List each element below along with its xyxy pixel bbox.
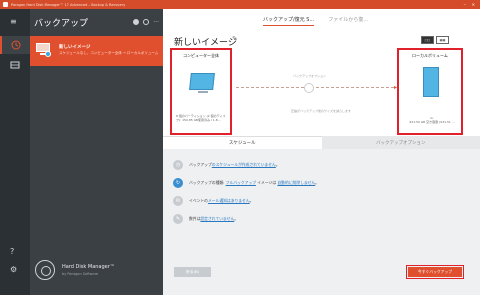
more-icon[interactable]: ··· xyxy=(153,19,159,26)
option-comment: ✎ 数件は設定されていません。 xyxy=(173,214,238,224)
title-bar: Paragon Hard Disk Manager™ 17 Advanced –… xyxy=(0,0,480,9)
brand-name: Hard Disk Manager™ xyxy=(62,264,115,270)
brand-block: Hard Disk Manager™ by Paragon Software xyxy=(35,256,160,284)
volume-icon xyxy=(423,67,439,97)
comment-link[interactable]: 設定されていません xyxy=(200,216,234,221)
schedule-link[interactable]: のスケジュールが作成されていません xyxy=(212,162,276,167)
info-icon[interactable] xyxy=(133,19,140,25)
clock-icon xyxy=(11,40,21,50)
page-title[interactable]: 新しいイメージ xyxy=(174,35,237,48)
nav-drives[interactable] xyxy=(0,56,30,74)
mail-icon: ✉ xyxy=(173,196,183,206)
check-icon xyxy=(45,51,51,57)
help-icon[interactable]: ? xyxy=(10,247,14,256)
tab-file-restore[interactable]: ファイルから復... xyxy=(328,16,368,26)
computer-icon xyxy=(36,43,51,57)
left-nav-bar: ≡ ? ⚙ xyxy=(0,9,30,295)
bottom-bar: 戻る(B) 今すぐバックアップ xyxy=(163,262,480,295)
compression-note: 圧縮がバックアップ後のサイズを減らします xyxy=(291,109,351,113)
app-logo-icon xyxy=(3,2,8,7)
destination-label: ローカルボリューム xyxy=(412,53,448,58)
view-simple-button[interactable]: □□ xyxy=(421,36,434,44)
auto-delete-link[interactable]: 自動的に削除しません xyxy=(277,180,315,185)
refresh-icon: ↻ xyxy=(173,178,183,188)
tab-backup-restore[interactable]: バックアップ/復元 S... xyxy=(263,16,315,26)
mail-notify-link[interactable]: メール通知はありません xyxy=(208,198,250,203)
option-notification: ✉ イベントのメール通知はありません。 xyxy=(173,196,253,206)
panel-header: バックアップ ··· xyxy=(34,15,159,29)
source-info: 8 個のパーティション (2 個のディスク): 150.85 GB使用済み / … xyxy=(176,114,226,122)
flow-arrow xyxy=(236,83,397,93)
destination-card[interactable]: ローカルボリューム G: 931.50 GB 空き容量 (931.51 ... xyxy=(397,48,463,135)
edit-icon[interactable]: ✎ xyxy=(232,35,238,43)
source-card[interactable]: コンピューター全体 8 個のパーティション (2 個のディスク): 150.85… xyxy=(170,48,232,135)
backup-options-note: バックアップオプション xyxy=(293,74,327,78)
view-detail-button[interactable]: ▦▦ xyxy=(436,36,449,44)
top-tabs: バックアップ/復元 S... ファイルから復... xyxy=(263,16,368,26)
brand-vendor: by Paragon Software xyxy=(62,272,99,276)
main-content: バックアップ/復元 S... ファイルから復... 新しいイメージ ✎ □□ ▦… xyxy=(163,9,480,295)
backup-item-desc: スケジュールなし、コンピューター全体 → ローカルボリューム xyxy=(59,51,159,55)
panel-title: バックアップ xyxy=(34,18,89,29)
gear-icon[interactable]: ⚙ xyxy=(10,265,17,274)
monitor-icon xyxy=(189,73,215,90)
backup-now-button[interactable]: 今すぐバックアップ xyxy=(406,265,464,279)
option-schedule: ◷ バックアップのスケジュールが作成されていません。 xyxy=(173,160,280,170)
clock-icon: ◷ xyxy=(173,160,183,170)
backup-item[interactable]: 新しいイメージ スケジュールなし、コンピューター全体 → ローカルボリューム xyxy=(30,36,163,66)
close-icon[interactable]: ✕ xyxy=(472,2,475,7)
source-label: コンピューター全体 xyxy=(183,53,219,58)
tab-backup-options[interactable]: バックアップオプション xyxy=(321,136,480,149)
section-tabs: スケジュール バックアップオプション xyxy=(163,136,480,149)
add-icon[interactable] xyxy=(143,19,150,25)
drive-icon xyxy=(10,61,20,69)
backup-list-panel: バックアップ ··· 新しいイメージ スケジュールなし、コンピューター全体 → … xyxy=(30,9,163,295)
back-button[interactable]: 戻る(B) xyxy=(174,267,211,277)
options-icon[interactable] xyxy=(304,83,314,93)
tab-schedule[interactable]: スケジュール xyxy=(163,136,322,149)
schedule-options: ◷ バックアップのスケジュールが作成されていません。 ↻ バックアップの種類: … xyxy=(163,149,480,262)
view-toggle: □□ ▦▦ xyxy=(421,36,449,44)
backup-item-name: 新しいイメージ xyxy=(59,45,91,50)
option-backup-type: ↻ バックアップの種類: フルバックアップ イメージは 自動的に削除しません。 xyxy=(173,178,319,188)
destination-info: G: 931.50 GB 空き容量 (931.51 ... xyxy=(409,116,455,124)
comment-icon: ✎ xyxy=(173,214,183,224)
paragon-logo-icon xyxy=(35,260,55,280)
nav-backup[interactable] xyxy=(0,36,30,54)
window-title: Paragon Hard Disk Manager™ 17 Advanced –… xyxy=(11,2,126,7)
minimize-icon[interactable]: – xyxy=(464,2,466,7)
backup-type-link[interactable]: フルバックアップ xyxy=(226,180,256,185)
hamburger-icon[interactable]: ≡ xyxy=(10,17,17,26)
